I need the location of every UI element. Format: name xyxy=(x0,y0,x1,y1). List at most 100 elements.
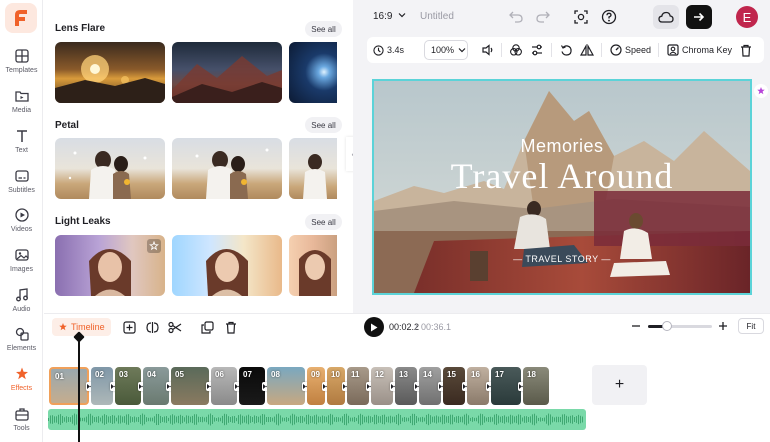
see-all-button-petal[interactable]: See all xyxy=(305,117,342,133)
add-clip-button[interactable]: + xyxy=(592,365,647,405)
fit-button[interactable]: Fit xyxy=(738,318,764,334)
playhead[interactable] xyxy=(78,335,80,442)
timeline-zoom-slider[interactable] xyxy=(648,321,712,331)
duration-control[interactable]: 3.4s xyxy=(373,40,411,60)
duplicate-button[interactable] xyxy=(199,319,215,335)
effect-thumbnail-petal-2[interactable] xyxy=(172,138,282,199)
waveform-bar xyxy=(166,416,167,423)
zoom-slider-handle[interactable] xyxy=(662,321,673,331)
sidebar-item-images[interactable]: Images xyxy=(0,245,43,283)
effect-thumbnail-light-leaks-3[interactable] xyxy=(289,235,337,296)
effect-thumbnail-light-leaks-2[interactable] xyxy=(172,235,282,296)
chroma-key-button[interactable]: Chroma Key xyxy=(667,40,732,60)
canvas-subtitle[interactable]: — TRAVEL STORY — xyxy=(374,254,750,264)
sidebar-item-text[interactable]: Text xyxy=(0,126,43,164)
waveform-bar xyxy=(322,415,323,424)
sidebar-item-media[interactable]: Media xyxy=(0,86,43,124)
see-all-button-light-leaks[interactable]: See all xyxy=(305,214,342,230)
canvas-headline-small[interactable]: Memories xyxy=(374,136,750,157)
waveform-bar xyxy=(142,413,143,426)
cloud-save-button[interactable] xyxy=(653,5,679,29)
waveform-bar xyxy=(256,416,257,423)
waveform-bar xyxy=(260,415,261,424)
see-all-button-lens-flare[interactable]: See all xyxy=(305,21,342,37)
waveform-bar xyxy=(454,417,455,422)
clock-icon xyxy=(373,44,384,56)
screenshot-button[interactable] xyxy=(572,8,590,26)
adjust-button[interactable] xyxy=(529,42,545,58)
sidebar-item-templates[interactable]: Templates xyxy=(0,46,43,84)
lens-flare-preview xyxy=(55,55,165,103)
zoom-out-button[interactable] xyxy=(628,318,644,334)
speed-button[interactable]: Speed xyxy=(610,40,651,60)
effect-thumbnail-light-leaks-1[interactable] xyxy=(55,235,165,296)
sidebar-item-label: Elements xyxy=(6,345,37,352)
waveform-bar xyxy=(162,417,163,422)
help-button[interactable] xyxy=(600,8,618,26)
canvas-headline-big[interactable]: Travel Around xyxy=(374,155,750,197)
couple-preview xyxy=(68,151,147,199)
timeline-clip[interactable]: 18 xyxy=(523,367,549,405)
zoom-dropdown[interactable]: 100% xyxy=(424,40,468,60)
export-button[interactable] xyxy=(686,5,712,29)
waveform-bar xyxy=(404,417,405,422)
audio-track[interactable] xyxy=(48,409,586,430)
waveform-bar xyxy=(144,414,145,425)
user-avatar[interactable]: E xyxy=(736,6,758,28)
waveform-bar xyxy=(518,414,519,425)
sidebar-item-elements[interactable]: Elements xyxy=(0,324,43,362)
effect-thumbnail-petal-3[interactable] xyxy=(289,138,337,199)
waveform-bar xyxy=(414,413,415,426)
app-logo[interactable] xyxy=(5,3,37,33)
undo-button[interactable] xyxy=(507,8,525,26)
waveform-bar xyxy=(502,416,503,423)
project-title-input[interactable]: Untitled xyxy=(420,11,454,22)
timeline-clip[interactable]: 01 xyxy=(49,367,89,405)
trash-icon xyxy=(226,321,236,334)
redo-button[interactable] xyxy=(534,8,552,26)
color-adjust-button[interactable] xyxy=(508,42,524,58)
effects-side-badge[interactable] xyxy=(754,84,768,98)
waveform-bar xyxy=(266,417,267,422)
effects-panel: Lens Flare See all Petal See all Light L… xyxy=(44,0,353,313)
waveform-bar xyxy=(132,417,133,422)
rotate-button[interactable] xyxy=(558,42,574,58)
sidebar-item-audio[interactable]: Audio xyxy=(0,285,43,323)
volume-button[interactable] xyxy=(480,42,496,58)
effect-thumbnail-petal-1[interactable] xyxy=(55,138,165,199)
waveform-bar xyxy=(390,415,391,424)
zoom-in-button[interactable] xyxy=(715,318,731,334)
waveform-bar xyxy=(326,416,327,423)
add-track-button[interactable] xyxy=(121,319,137,335)
cut-button[interactable] xyxy=(167,319,183,335)
effect-thumbnail-lens-flare-3[interactable] xyxy=(289,42,337,103)
waveform-bar xyxy=(76,414,77,425)
sidebar-item-label: Text xyxy=(15,147,28,154)
sidebar-item-subtitles[interactable]: Subtitles xyxy=(0,166,43,204)
total-time: 00:36.1 xyxy=(421,322,452,332)
waveform-bar xyxy=(542,417,543,422)
toolbox-icon xyxy=(14,408,29,421)
waveform-bar xyxy=(374,414,375,425)
aspect-ratio-dropdown[interactable]: 16:9 xyxy=(373,11,406,22)
play-button[interactable] xyxy=(364,317,384,337)
effect-thumbnail-lens-flare-1[interactable] xyxy=(55,42,165,103)
waveform-bar xyxy=(346,413,347,426)
timeline-clip[interactable]: 17 xyxy=(491,367,521,405)
timeline-clip[interactable]: 05 xyxy=(171,367,209,405)
waveform-bar xyxy=(358,415,359,424)
waveform-bar xyxy=(240,414,241,425)
effect-thumbnail-lens-flare-2[interactable] xyxy=(172,42,282,103)
flip-button[interactable] xyxy=(579,42,595,58)
split-button[interactable] xyxy=(144,319,160,335)
timeline-clip[interactable]: 08 xyxy=(267,367,305,405)
waveform-bar xyxy=(130,416,131,423)
delete-button[interactable] xyxy=(223,319,239,335)
portrait-preview xyxy=(206,249,248,296)
delete-clip-button[interactable] xyxy=(738,42,754,58)
sidebar-item-tools[interactable]: Tools xyxy=(0,404,43,442)
video-canvas[interactable]: Memories Travel Around — TRAVEL STORY — xyxy=(372,79,752,295)
sidebar-item-effects[interactable]: Effects xyxy=(0,364,43,402)
favorite-star-button[interactable] xyxy=(147,239,161,253)
sidebar-item-videos[interactable]: Videos xyxy=(0,205,43,243)
